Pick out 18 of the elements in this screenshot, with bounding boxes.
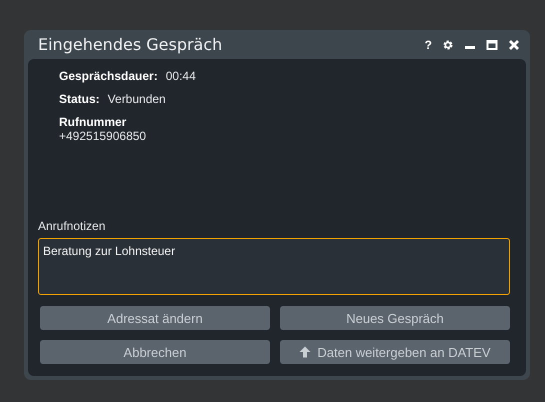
field-value: +492515906850 — [59, 129, 146, 143]
settings-icon[interactable] — [442, 38, 454, 50]
notes-field[interactable]: Beratung zur Lohnsteuer — [38, 238, 510, 295]
field-label: Gesprächsdauer: — [59, 69, 158, 83]
help-button[interactable]: ? — [424, 38, 432, 52]
action-button[interactable]: Adressat ändern — [40, 306, 270, 330]
action-button[interactable]: Daten weitergeben an DATEV — [280, 340, 510, 364]
close-icon[interactable] — [508, 38, 520, 50]
field-label: Status: — [59, 92, 100, 106]
field-value: Verbunden — [108, 92, 166, 106]
window-title: Eingehendes Gespräch — [38, 35, 222, 54]
maximize-icon[interactable] — [486, 38, 498, 50]
field-label: Rufnummer — [59, 115, 126, 129]
action-button[interactable]: Neues Gespräch — [280, 306, 510, 330]
action-button[interactable]: Abbrechen — [40, 340, 270, 364]
field-value: 00:44 — [166, 69, 196, 83]
upload-arrow-icon — [299, 346, 312, 358]
notes-label: Anrufnotizen — [38, 219, 106, 233]
